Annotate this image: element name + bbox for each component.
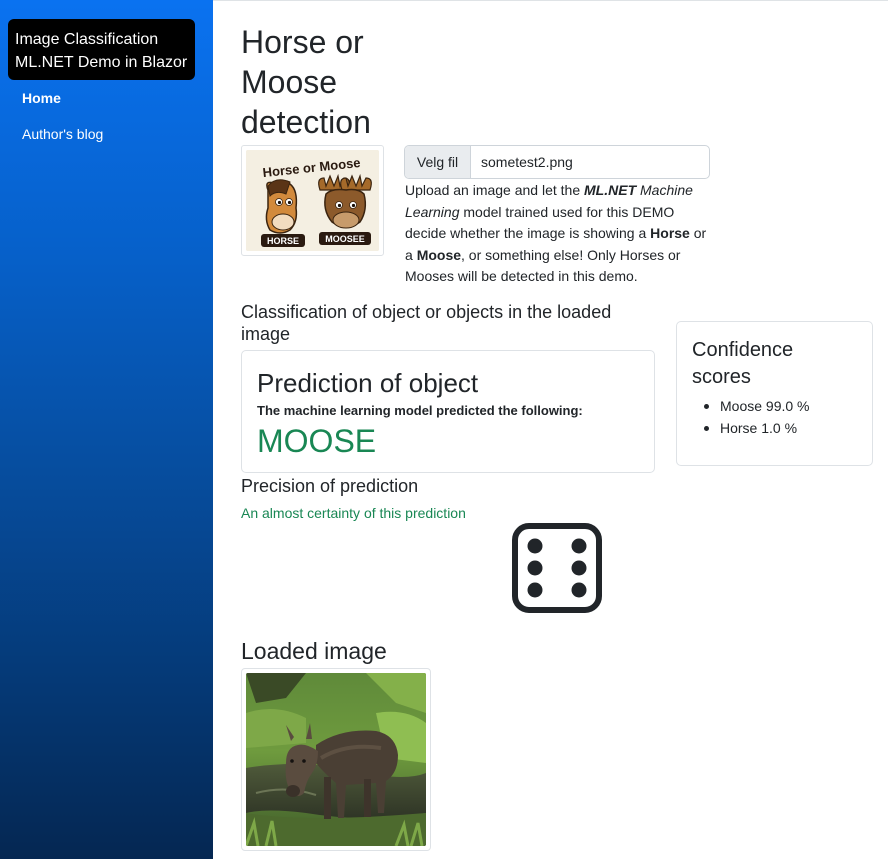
confidence-card: Confidence scores Moose 99.0 % Horse 1.0… bbox=[676, 321, 873, 466]
brand-title[interactable]: Image Classification ML.NET Demo in Blaz… bbox=[8, 19, 195, 80]
precision-text: An almost certainty of this prediction bbox=[241, 505, 466, 521]
logo-tag-horse: HORSE bbox=[267, 236, 299, 246]
nav-item-authors-blog[interactable]: Author's blog bbox=[22, 126, 103, 142]
confidence-item-moose: Moose 99.0 % bbox=[704, 395, 810, 417]
top-divider bbox=[213, 0, 888, 1]
confidence-list: Moose 99.0 % Horse 1.0 % bbox=[704, 395, 810, 439]
horse-moose-illustration: Horse or Moose HORSE MOOSEE bbox=[246, 150, 379, 251]
horse-or-moose-logo: Horse or Moose HORSE MOOSEE bbox=[241, 145, 384, 256]
sidebar: Image Classification ML.NET Demo in Blaz… bbox=[0, 0, 213, 859]
logo-tag-moose: MOOSEE bbox=[325, 234, 365, 244]
moose-photo bbox=[246, 673, 426, 846]
page-title: Horse or Moose detection bbox=[241, 24, 371, 140]
confidence-title: Confidence scores bbox=[692, 339, 794, 388]
prediction-subtitle: The machine learning model predicted the… bbox=[257, 403, 583, 418]
loaded-image-heading: Loaded image bbox=[241, 638, 387, 664]
prediction-title: Prediction of object bbox=[257, 368, 479, 398]
prediction-card: Prediction of object The machine learnin… bbox=[241, 350, 655, 473]
brand-line-1: Image Classification bbox=[15, 31, 159, 48]
selected-file-name: sometest2.png bbox=[481, 154, 573, 170]
intro-text: Upload an image and let the ML.NET Machi… bbox=[405, 182, 707, 284]
classification-heading: Classification of object or objects in t… bbox=[241, 302, 612, 344]
nav-item-home[interactable]: Home bbox=[22, 90, 61, 106]
dice-six-icon bbox=[512, 523, 602, 613]
loaded-image bbox=[241, 668, 431, 851]
choose-file-button[interactable]: Velg fil bbox=[405, 146, 471, 178]
file-upload-input[interactable]: Velg fil sometest2.png bbox=[404, 145, 710, 179]
brand-line-2: ML.NET Demo in Blazor bbox=[15, 54, 188, 71]
prediction-value: MOOSE bbox=[257, 423, 377, 459]
confidence-item-horse: Horse 1.0 % bbox=[704, 417, 810, 439]
precision-heading: Precision of prediction bbox=[241, 476, 419, 496]
